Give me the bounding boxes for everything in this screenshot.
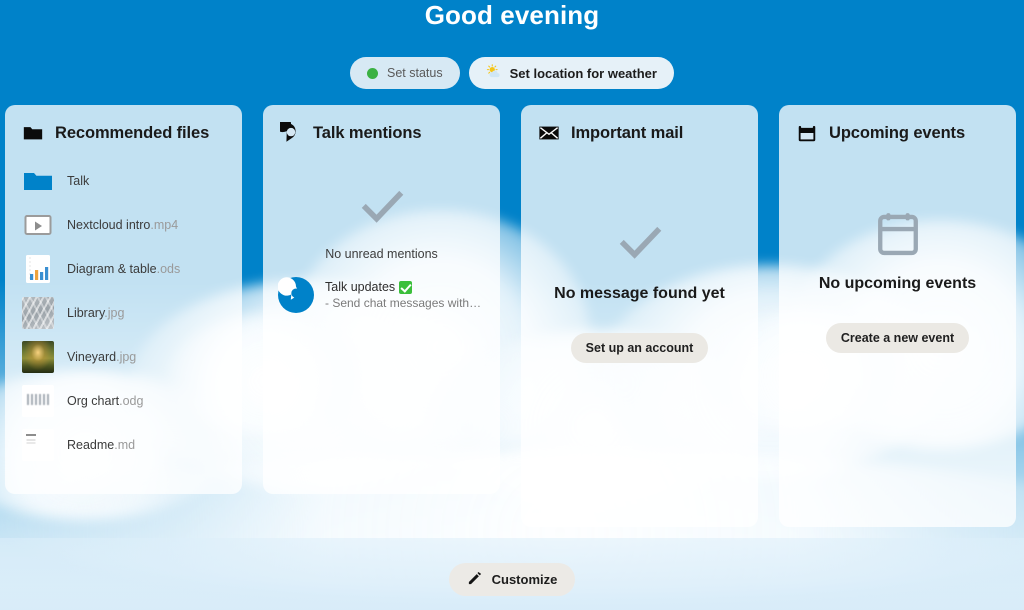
widget-title: Upcoming events bbox=[829, 123, 966, 142]
set-status-label: Set status bbox=[387, 66, 443, 80]
calendar-outline-icon bbox=[872, 207, 924, 259]
file-name: Vineyard.jpg bbox=[67, 350, 137, 364]
talk-mention-item[interactable]: Talk updates - Send chat messages withou… bbox=[263, 277, 500, 313]
file-name: Library.jpg bbox=[67, 306, 125, 320]
folder-blue-icon bbox=[22, 165, 54, 197]
widget-title: Talk mentions bbox=[313, 123, 422, 142]
verified-check-badge bbox=[399, 280, 413, 294]
widget-header: Recommended files bbox=[5, 119, 242, 147]
customize-label: Customize bbox=[491, 572, 558, 587]
file-name: Org chart.odg bbox=[67, 394, 144, 408]
image-thumb-vineyard bbox=[22, 341, 54, 373]
file-list-item[interactable]: Vineyard.jpg bbox=[5, 335, 242, 379]
dashboard-header: Good evening Set status Set location for… bbox=[0, 0, 1024, 89]
talk-icon bbox=[280, 122, 302, 144]
empty-state: No message found yet Set up an account bbox=[521, 155, 758, 363]
envelope-icon bbox=[538, 122, 560, 144]
check-icon bbox=[356, 181, 408, 233]
talk-item-title: Talk updates bbox=[325, 280, 485, 294]
text-thumb-readme bbox=[22, 429, 54, 461]
set-weather-location-label: Set location for weather bbox=[509, 65, 657, 81]
widget-grid: Recommended files Talk Nextcloud intro.m… bbox=[0, 105, 1024, 527]
widget-important-mail: Important mail No message found yet Set … bbox=[521, 105, 758, 527]
image-thumb-library bbox=[22, 297, 54, 329]
calendar-icon bbox=[796, 122, 818, 144]
widget-header: Important mail bbox=[521, 119, 758, 147]
file-list-item[interactable]: Nextcloud intro.mp4 bbox=[5, 203, 242, 247]
set-weather-location-button[interactable]: Set location for weather bbox=[468, 57, 674, 89]
file-list-item[interactable]: Library.jpg bbox=[5, 291, 242, 335]
set-status-button[interactable]: Set status bbox=[350, 57, 460, 89]
check-icon bbox=[614, 217, 666, 269]
file-name: Diagram & table.ods bbox=[67, 262, 181, 276]
set-up-account-button[interactable]: Set up an account bbox=[570, 333, 709, 363]
file-list-item[interactable]: Readme.md bbox=[5, 423, 242, 467]
file-name: Readme.md bbox=[67, 438, 136, 452]
widget-title: Recommended files bbox=[55, 123, 210, 142]
empty-state-text: No unread mentions bbox=[325, 247, 438, 261]
spreadsheet-icon bbox=[22, 253, 54, 285]
talk-item-text: Talk updates - Send chat messages withou… bbox=[325, 280, 485, 310]
empty-state-text: No upcoming events bbox=[818, 275, 977, 292]
widget-talk-mentions: Talk mentions No unread mentions Talk up… bbox=[263, 105, 500, 494]
create-new-event-button[interactable]: Create a new event bbox=[825, 323, 970, 353]
green-dot-icon bbox=[367, 67, 379, 79]
file-name: Talk bbox=[67, 174, 90, 188]
video-icon bbox=[22, 209, 54, 241]
file-name: Nextcloud intro.mp4 bbox=[67, 218, 179, 232]
drawing-thumb-orgchart bbox=[22, 385, 54, 417]
widget-recommended-files: Recommended files Talk Nextcloud intro.m… bbox=[5, 105, 242, 494]
pencil-icon bbox=[467, 571, 482, 589]
recommended-file-list: Talk Nextcloud intro.mp4 Diagram & table… bbox=[5, 155, 242, 467]
file-list-item[interactable]: Talk bbox=[5, 159, 242, 203]
empty-state: No unread mentions bbox=[263, 155, 500, 261]
talk-avatar-icon bbox=[278, 277, 314, 313]
folder-icon bbox=[22, 122, 44, 144]
widget-upcoming-events: Upcoming events No upcoming events Creat… bbox=[779, 105, 1016, 527]
widget-header: Upcoming events bbox=[779, 119, 1016, 147]
empty-state-text: No message found yet bbox=[554, 285, 725, 302]
widget-title: Important mail bbox=[571, 123, 684, 142]
file-list-item[interactable]: Org chart.odg bbox=[5, 379, 242, 423]
customize-button[interactable]: Customize bbox=[448, 563, 576, 596]
status-button-row: Set status Set location for weather bbox=[0, 57, 1024, 89]
talk-item-subtitle: - Send chat messages without ... bbox=[325, 296, 485, 310]
file-list-item[interactable]: Diagram & table.ods bbox=[5, 247, 242, 291]
customize-row: Customize bbox=[0, 563, 1024, 596]
widget-header: Talk mentions bbox=[263, 119, 500, 147]
greeting-title: Good evening bbox=[424, 0, 600, 30]
sun-cloud-icon bbox=[486, 64, 501, 82]
empty-state: No upcoming events Create a new event bbox=[779, 155, 1016, 353]
